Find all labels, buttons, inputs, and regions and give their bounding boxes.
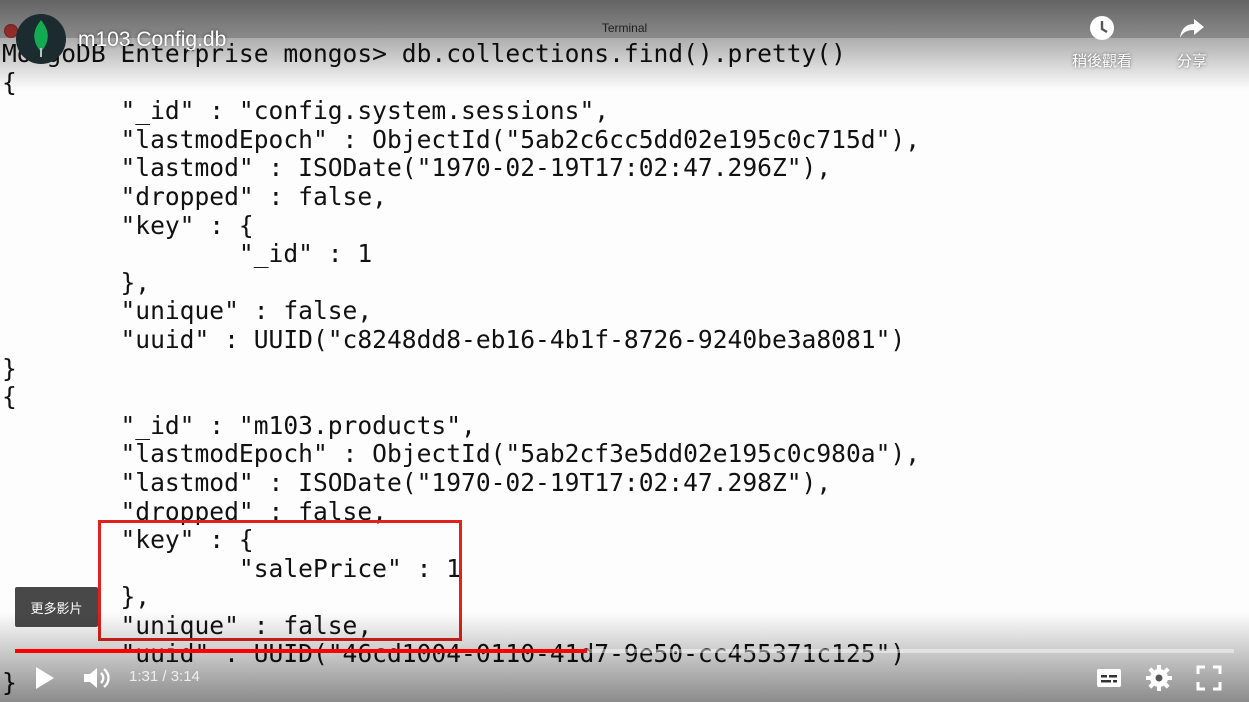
terminal-line: "unique" : false,: [2, 296, 373, 326]
terminal-line: "lastmodEpoch" : ObjectId("5ab2cf3e5dd02…: [2, 439, 921, 469]
video-title[interactable]: m103 Config.db: [78, 28, 226, 52]
terminal-line: "dropped" : false,: [2, 496, 387, 526]
terminal-line: },: [120, 582, 151, 612]
terminal-line: "lastmodEpoch" : ObjectId("5ab2c6cc5dd02…: [2, 124, 921, 154]
watch-later-button[interactable]: 稍後觀看: [1067, 14, 1137, 71]
watch-later-label: 稍後觀看: [1071, 52, 1132, 70]
mongodb-leaf-icon: [34, 20, 48, 57]
share-button[interactable]: 分享: [1157, 14, 1227, 71]
terminal-line: }: [2, 353, 17, 383]
terminal-line: "salePrice" : 1: [2, 553, 462, 583]
volume-icon[interactable]: [82, 664, 112, 692]
share-label: 分享: [1176, 52, 1207, 70]
terminal-line: {: [2, 67, 17, 97]
time-display: 1:31 / 3:14: [129, 668, 200, 685]
more-videos-button[interactable]: 更多影片: [15, 587, 98, 627]
clock-icon: [1090, 16, 1114, 40]
terminal-line: "unique" : false,: [2, 610, 373, 640]
progress-bar[interactable]: [15, 649, 1234, 653]
terminal-line: "lastmod" : ISODate("1970-02-19T17:02:47…: [2, 467, 832, 497]
terminal-output: MongoDB Enterprise mongos> db.collection…: [2, 39, 921, 698]
terminal-line: "lastmod" : ISODate("1970-02-19T17:02:47…: [2, 153, 832, 183]
terminal-line: "_id" : "config.system.sessions",: [2, 96, 610, 126]
progress-played: [15, 649, 587, 653]
terminal-line: "key" : {: [2, 525, 254, 555]
terminal-line: "key" : {: [2, 210, 254, 240]
channel-avatar[interactable]: [16, 14, 66, 64]
terminal-line: "_id" : "m103.products",: [2, 410, 476, 440]
play-icon[interactable]: [30, 664, 58, 692]
subtitles-icon[interactable]: [1095, 664, 1123, 692]
settings-gear-icon[interactable]: [1145, 664, 1173, 692]
share-arrow-icon: [1180, 19, 1204, 38]
terminal-window: Terminal MongoDB Enterprise mongos> db.c…: [0, 0, 1249, 702]
fullscreen-icon[interactable]: [1195, 664, 1223, 692]
terminal-line: {: [2, 382, 17, 412]
terminal-line: },: [2, 267, 151, 297]
player-controls: 1:31 / 3:14: [0, 656, 1249, 702]
terminal-line: "_id" : 1: [2, 239, 373, 269]
terminal-line: "uuid" : UUID("c8248dd8-eb16-4b1f-8726-9…: [2, 324, 906, 354]
terminal-line: "dropped" : false,: [2, 181, 387, 211]
